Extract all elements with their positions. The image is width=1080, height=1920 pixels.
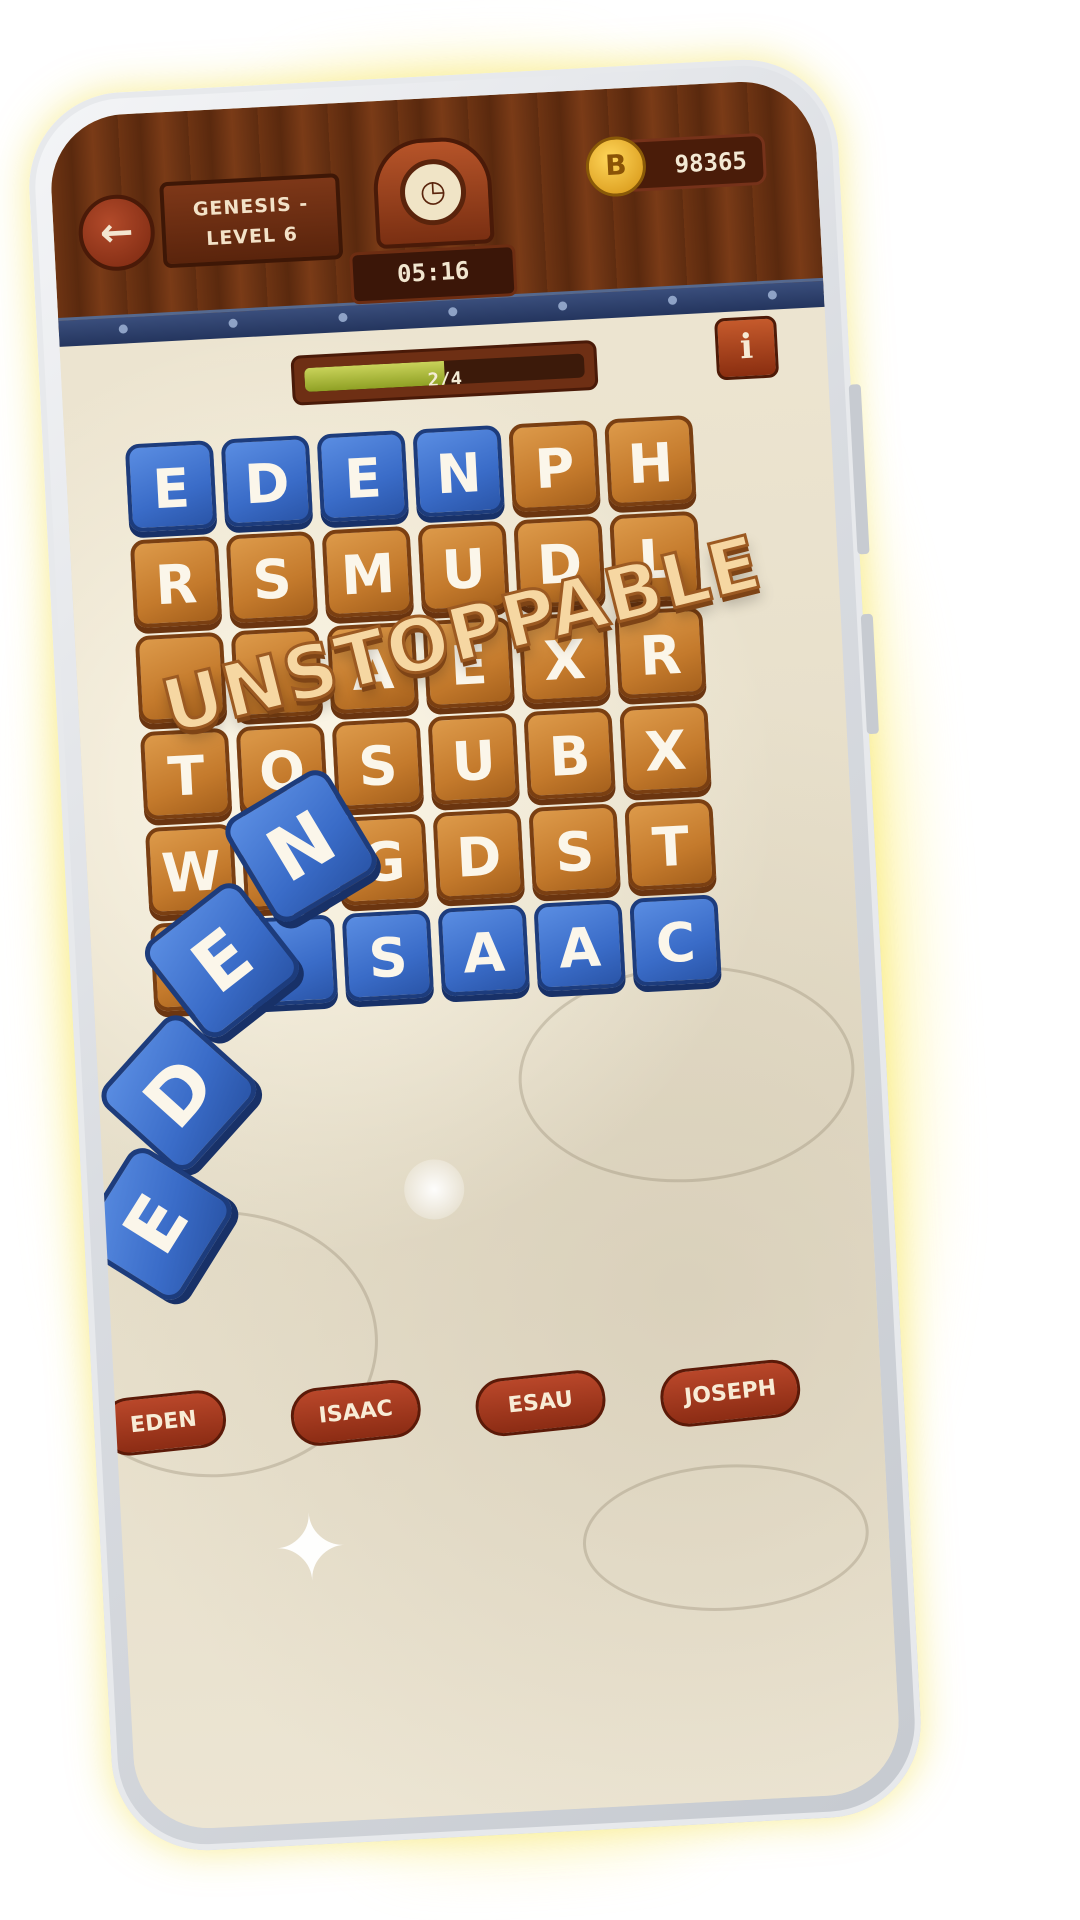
letter-tile[interactable]: B [523, 707, 616, 801]
letter-tile[interactable]: D [432, 808, 525, 901]
letter-tile[interactable]: P [508, 419, 601, 513]
progress-label: 2/4 [427, 367, 463, 392]
letter-tile[interactable]: D [220, 434, 314, 528]
letter-tile[interactable]: R [129, 535, 223, 629]
letter-tile[interactable]: X [619, 702, 712, 795]
letter-tile[interactable]: A [533, 899, 626, 992]
alarm-clock-icon: ◷ [371, 135, 495, 250]
letter-tile[interactable]: U [427, 712, 520, 806]
letter-tile[interactable]: S [331, 717, 425, 811]
info-button[interactable]: i [714, 315, 780, 381]
arrow-left-icon: ← [98, 208, 135, 257]
letter-tile[interactable]: T [624, 798, 717, 891]
letter-tile[interactable]: S [341, 909, 435, 1002]
level-title: GENESIS - LEVEL 6 [159, 173, 344, 269]
letter-tile[interactable]: C [629, 894, 722, 987]
timer: 05:16 [349, 243, 518, 305]
letter-tile[interactable]: H [604, 414, 697, 508]
letter-tile[interactable]: E [316, 429, 410, 523]
letter-tile[interactable]: S [225, 530, 319, 624]
letter-tile[interactable]: N [412, 424, 505, 518]
letter-tile[interactable]: S [528, 803, 621, 896]
game-screen: ← GENESIS - LEVEL 6 ◷ 05:16 98365 B 2/4 … [47, 78, 903, 1832]
letter-tile[interactable]: E [124, 440, 218, 533]
sparkle-icon: ✦ [270, 1494, 351, 1604]
info-icon: i [739, 326, 755, 368]
phone-frame: ← GENESIS - LEVEL 6 ◷ 05:16 98365 B 2/4 … [24, 55, 926, 1855]
stage: ← GENESIS - LEVEL 6 ◷ 05:16 98365 B 2/4 … [0, 0, 1080, 1920]
letter-tile[interactable]: A [437, 904, 531, 997]
letter-tile[interactable]: M [321, 525, 415, 619]
